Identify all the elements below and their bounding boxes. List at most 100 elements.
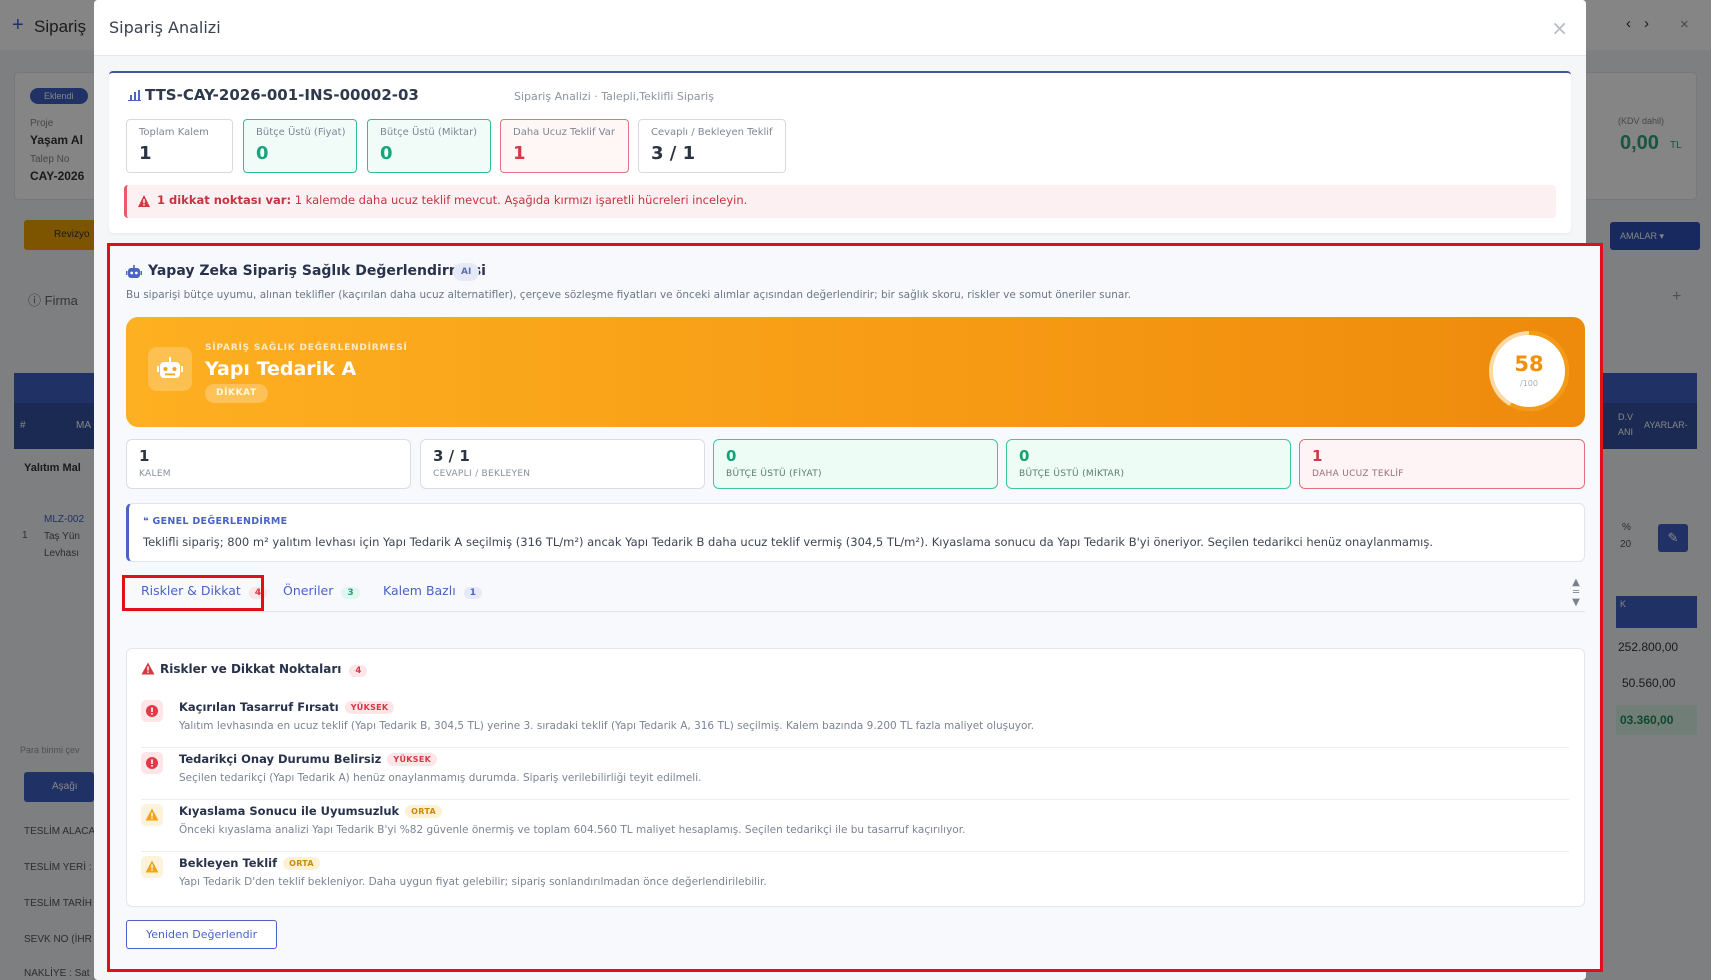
bg-row-pct: %	[1622, 522, 1631, 533]
health-banner: SİPARİŞ SAĞLIK DEĞERLENDİRMESİ Yapı Teda…	[126, 317, 1585, 427]
banner-subtitle: SİPARİŞ SAĞLIK DEĞERLENDİRMESİ	[205, 343, 408, 353]
bg-label-teslim-yeri: TESLİM YERİ :	[24, 862, 92, 873]
modal-title: Sipariş Analizi	[109, 18, 221, 37]
summary-cheaper-offer: Daha Ucuz Teklif Var 1	[500, 119, 629, 173]
bg-th-settings: AYARLAR-	[1644, 420, 1688, 430]
bg-actions-button[interactable]: AMALAR ▾	[1610, 222, 1700, 250]
bg-download-button[interactable]: Aşağı	[24, 772, 94, 802]
bg-row-name1: Taş Yün	[44, 531, 80, 542]
scroll-arrows-icon[interactable]: ▲ ═ ▼	[1570, 578, 1582, 610]
summary-label: Daha Ucuz Teklif Var	[513, 127, 615, 138]
bg-request-value: CAY-2026	[30, 169, 85, 183]
reevaluate-button[interactable]: Yeniden Değerlendir	[126, 920, 278, 949]
summary-value: 0	[256, 143, 269, 164]
health-score-value: 58	[1514, 352, 1544, 376]
summary-value: 1	[139, 143, 152, 164]
bg-close-icon[interactable]: ×	[1680, 16, 1689, 33]
bg-request-label: Talep No	[30, 154, 70, 165]
summary-over-budget-price: Bütçe Üstü (Fiyat) 0	[243, 119, 357, 173]
risk-severity-tag: YÜKSEK	[344, 701, 395, 714]
bg-th-ma: MA	[76, 420, 91, 431]
stat-over-budget-price: 0 BÜTÇE ÜSTÜ (FİYAT)	[713, 439, 998, 489]
robot-icon	[126, 264, 142, 278]
bg-row-name2: Levhası	[44, 548, 80, 559]
bg-row-index: 1	[22, 530, 28, 541]
bg-label-sevk: SEVK NO (İHR	[24, 934, 92, 945]
bg-project-value: Yaşam Al	[30, 133, 83, 147]
risk-item: Kıyaslama Sonucu ile Uyumsuzluk ORTA Önce…	[141, 800, 1569, 852]
tab-count-badge: 3	[341, 587, 360, 599]
warning-alert: 1 dikkat noktası var: 1 kalemde daha ucu…	[124, 185, 1556, 218]
stat-label: KALEM	[139, 469, 171, 479]
stat-label: CEVAPLI / BEKLEYEN	[433, 469, 531, 479]
summary-value: 1	[513, 143, 526, 164]
stat-label: DAHA UCUZ TEKLİF	[1312, 469, 1404, 479]
bg-kdv-label: (KDV dahil)	[1618, 116, 1665, 126]
bg-firma: ⓘ Firma	[28, 293, 78, 308]
warning-triangle-icon	[141, 804, 163, 826]
bg-col-k: K	[1616, 596, 1697, 628]
edit-icon[interactable]: ✎	[1658, 524, 1688, 552]
bg-currency-note: Para birimi çev	[20, 745, 80, 755]
alert-circle-icon	[141, 752, 163, 774]
general-heading: ❝ GENEL DEĞERLENDİRME	[143, 516, 288, 527]
summary-value: 3 / 1	[651, 143, 696, 164]
chevron-left-icon[interactable]: ‹	[1626, 15, 1631, 32]
robot-icon	[148, 347, 192, 391]
summary-label: Cevaplı / Bekleyen Teklif	[651, 127, 773, 138]
risk-description: Önceki kıyaslama analizi Yapı Tedarik B'…	[179, 824, 966, 836]
stat-value: 0	[1019, 447, 1030, 465]
bg-total: 0,00	[1620, 132, 1659, 154]
chevron-right-icon[interactable]: ›	[1644, 15, 1649, 32]
plus-icon[interactable]: +	[12, 14, 24, 37]
risk-severity-tag: ORTA	[405, 805, 443, 818]
health-score-gauge: 58 /100	[1489, 331, 1569, 411]
tab-suggestions[interactable]: Öneriler 3	[283, 583, 360, 599]
tab-count-badge: 1	[463, 587, 482, 599]
bg-amount3: 03.360,00	[1616, 705, 1697, 735]
risks-heading: Riskler ve Dikkat Noktaları 4	[141, 662, 368, 677]
order-code: TTS-CAY-2026-001-INS-00002-03	[128, 86, 419, 104]
stat-items: 1 KALEM	[126, 439, 411, 489]
bg-th-ani: ANI	[1618, 427, 1634, 437]
summary-label: Bütçe Üstü (Fiyat)	[256, 127, 346, 138]
ai-section-description: Bu siparişi bütçe uyumu, alınan teklifle…	[126, 289, 1132, 301]
close-icon[interactable]: ×	[1551, 18, 1568, 38]
chart-icon	[128, 90, 141, 101]
bg-total-currency: TL	[1670, 140, 1682, 151]
bg-label-nakliye: NAKLİYE : Sat	[24, 968, 90, 979]
alert-circle-icon	[141, 700, 163, 722]
risk-item: Bekleyen Teklif ORTA Yapı Tedarik D'den t…	[141, 852, 1569, 904]
stat-value: 3 / 1	[433, 447, 470, 465]
tab-count-badge: 4	[248, 587, 268, 599]
bg-row-code[interactable]: MLZ-002	[44, 514, 84, 525]
bg-status-badge: Eklendi	[30, 88, 88, 104]
bg-row-pct2: 20	[1620, 539, 1632, 550]
warning-icon	[141, 662, 155, 675]
modal-header: Sipariş Analizi ×	[94, 0, 1586, 56]
warning-text: 1 kalemde daha ucuz teklif mevcut. Aşağı…	[291, 193, 748, 207]
bg-label-teslim-tarih: TESLİM TARİH	[24, 898, 92, 909]
bg-project-label: Proje	[30, 118, 54, 129]
tab-item-based[interactable]: Kalem Bazlı 1	[383, 583, 482, 599]
stat-label: BÜTÇE ÜSTÜ (MİKTAR)	[1019, 469, 1125, 479]
warning-triangle-icon	[141, 856, 163, 878]
warning-icon	[138, 195, 150, 207]
summary-total-items: Toplam Kalem 1	[126, 119, 233, 173]
risk-title: Tedarikçi Onay Durumu Belirsiz	[179, 752, 382, 766]
risk-description: Seçilen tedarikçi (Yapı Tedarik A) henüz…	[179, 772, 702, 784]
risk-severity-tag: ORTA	[283, 857, 320, 870]
summary-label: Bütçe Üstü (Miktar)	[380, 127, 478, 138]
risk-item: Tedarikçi Onay Durumu Belirsiz YÜKSEK Seç…	[141, 748, 1569, 800]
bg-label-teslim-alaca: TESLİM ALACA	[24, 826, 96, 837]
bg-add-icon[interactable]: +	[1672, 288, 1681, 306]
summary-answered-pending: Cevaplı / Bekleyen Teklif 3 / 1	[638, 119, 786, 173]
bg-group-title: Yalıtım Mal	[24, 462, 81, 474]
tab-label: Öneriler	[283, 583, 334, 598]
risk-description: Yapı Tedarik D'den teklif bekleniyor. Da…	[179, 876, 767, 888]
tab-risks[interactable]: Riskler & Dikkat 4	[141, 583, 268, 599]
bg-amount2: 50.560,00	[1622, 676, 1676, 690]
stat-value: 1	[139, 447, 150, 465]
bg-revision-button[interactable]: Revizyo	[24, 220, 104, 250]
risk-severity-tag: YÜKSEK	[387, 753, 438, 766]
